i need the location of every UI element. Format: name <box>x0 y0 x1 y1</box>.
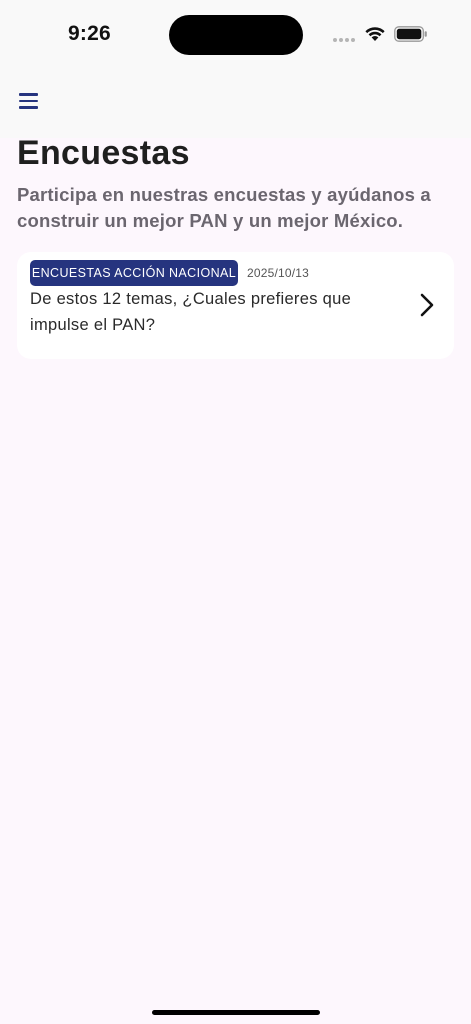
hamburger-menu-icon[interactable] <box>16 88 46 114</box>
dynamic-island <box>169 15 303 55</box>
cellular-signal-icon <box>333 38 358 43</box>
screen: 9:26 Encuestas Participa en nuestras enc… <box>0 0 471 1024</box>
survey-date: 2025/10/13 <box>247 266 310 280</box>
status-time: 9:26 <box>68 22 111 45</box>
page-title: Encuestas <box>17 134 190 172</box>
home-indicator[interactable] <box>152 1010 320 1015</box>
app-bar <box>0 70 471 138</box>
battery-icon <box>394 26 427 42</box>
survey-question: De estos 12 temas, ¿Cuales prefieres que… <box>30 290 352 334</box>
page-subtitle: Participa en nuestras encuestas y ayúdan… <box>17 184 431 231</box>
chevron-right-icon <box>420 293 434 317</box>
category-badge: ENCUESTAS ACCIÓN NACIONAL <box>30 260 238 286</box>
status-bar: 9:26 <box>0 0 471 70</box>
wifi-icon <box>365 27 385 41</box>
survey-card[interactable]: ENCUESTAS ACCIÓN NACIONAL 2025/10/13 De … <box>17 252 454 359</box>
